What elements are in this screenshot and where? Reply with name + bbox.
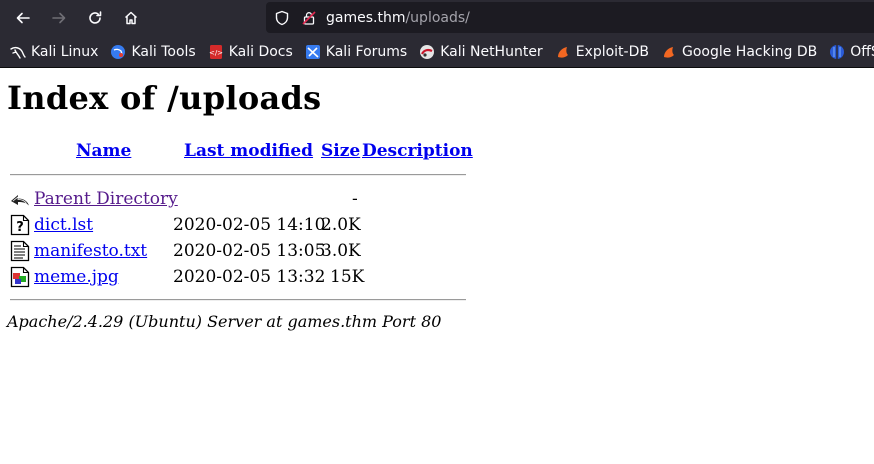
back-arrow-icon xyxy=(11,195,29,206)
column-header-name[interactable]: Name xyxy=(76,141,131,161)
svg-text:?: ? xyxy=(16,220,24,235)
file-link[interactable]: manifesto.txt xyxy=(34,241,147,261)
header-divider xyxy=(10,174,466,176)
bookmark-label: Google Hacking DB xyxy=(681,43,818,60)
svg-text:</>: </> xyxy=(209,49,223,57)
text-file-icon xyxy=(10,240,30,262)
url-host: games.thm xyxy=(326,9,406,26)
bookmark-kali-nethunter[interactable]: Kali NetHunter xyxy=(419,43,543,60)
table-row[interactable]: dict.lst xyxy=(34,215,93,235)
file-link[interactable]: meme.jpg xyxy=(34,267,119,287)
modified-cell: 2020-02-05 13:05 xyxy=(173,241,326,261)
kali-tools-icon xyxy=(110,44,126,60)
bookmark-label: Kali Forums xyxy=(325,43,408,60)
footer-divider xyxy=(10,299,466,301)
nethunter-icon xyxy=(419,44,435,60)
kali-dragon-icon xyxy=(10,44,26,60)
table-row[interactable]: meme.jpg xyxy=(34,267,119,287)
file-link[interactable]: dict.lst xyxy=(34,215,93,235)
server-signature: Apache/2.4.29 (Ubuntu) Server at games.t… xyxy=(7,312,442,331)
address-bar[interactable]: games.thm/uploads/ xyxy=(266,2,874,33)
ghdb-icon xyxy=(661,44,677,60)
bookmark-label: Exploit-DB xyxy=(575,43,649,60)
url-text[interactable]: games.thm/uploads/ xyxy=(326,10,470,26)
image-file-icon xyxy=(10,266,30,288)
tracking-protection-shield-icon[interactable] xyxy=(274,10,290,26)
bookmark-kali-docs[interactable]: </> Kali Docs xyxy=(208,44,293,60)
parent-directory-link[interactable]: Parent Directory xyxy=(34,189,178,209)
bookmark-label: Kali Docs xyxy=(228,43,293,60)
page-content: Index of /uploads Name Last modified Siz… xyxy=(0,69,874,464)
table-row[interactable]: manifesto.txt xyxy=(34,241,147,261)
column-header-last-modified[interactable]: Last modified xyxy=(184,141,313,161)
bookmark-kali-linux[interactable]: Kali Linux xyxy=(10,44,98,60)
reload-button[interactable] xyxy=(77,0,113,36)
size-cell: 2.0K xyxy=(321,215,361,235)
bookmark-label: Kali Linux xyxy=(31,43,99,60)
sort-by-description-link[interactable]: Description xyxy=(362,141,473,161)
bookmark-label: Kali Tools xyxy=(131,43,196,60)
arrow-right-icon xyxy=(52,12,66,24)
kali-docs-icon: </> xyxy=(208,44,224,60)
bookmark-offsec[interactable]: OffSec xyxy=(829,44,874,60)
column-header-size[interactable]: Size xyxy=(321,141,360,161)
bookmark-google-hacking-db[interactable]: Google Hacking DB xyxy=(661,44,817,60)
sort-by-size-link[interactable]: Size xyxy=(321,141,360,161)
forward-button[interactable] xyxy=(41,0,77,36)
modified-cell: 2020-02-05 13:32 xyxy=(173,267,326,287)
back-button[interactable] xyxy=(5,0,41,36)
page-title: Index of /uploads xyxy=(7,79,322,117)
unknown-file-icon: ? xyxy=(10,214,30,236)
size-cell: - xyxy=(352,189,358,209)
exploitdb-icon xyxy=(555,44,571,60)
browser-toolbar: games.thm/uploads/ xyxy=(0,0,874,36)
bookmark-exploit-db[interactable]: Exploit-DB xyxy=(555,44,649,60)
home-icon xyxy=(124,11,138,25)
size-cell: 3.0K xyxy=(321,241,361,261)
bookmark-label: OffSec xyxy=(850,43,874,60)
insecure-lock-icon[interactable] xyxy=(302,10,316,25)
offsec-icon xyxy=(829,44,845,60)
list-item[interactable]: Parent Directory xyxy=(34,189,178,209)
modified-cell: 2020-02-05 14:10 xyxy=(173,215,326,235)
reload-icon xyxy=(89,11,102,24)
bookmark-kali-forums[interactable]: Kali Forums xyxy=(305,44,407,60)
bookmark-kali-tools[interactable]: Kali Tools xyxy=(110,43,196,60)
arrow-left-icon xyxy=(16,12,30,24)
sort-by-modified-link[interactable]: Last modified xyxy=(184,141,313,161)
kali-forums-icon xyxy=(305,44,321,60)
sort-by-name-link[interactable]: Name xyxy=(76,141,131,161)
url-path: /uploads/ xyxy=(405,9,470,26)
size-cell: 15K xyxy=(330,267,365,287)
bookmark-label: Kali NetHunter xyxy=(440,43,543,60)
home-button[interactable] xyxy=(113,0,149,36)
bookmarks-toolbar: Kali Linux Kali Tools </> Kali Docs Kali… xyxy=(0,36,874,68)
column-header-description[interactable]: Description xyxy=(362,141,473,161)
